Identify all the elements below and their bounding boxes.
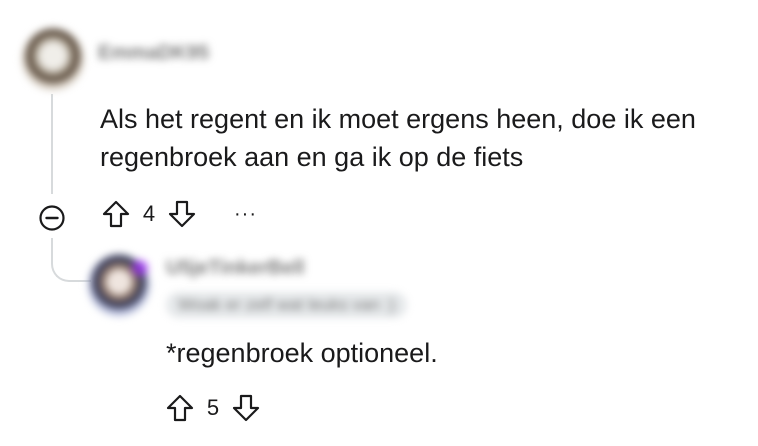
vote-count: 5 — [206, 395, 220, 420]
comment-actions: 5 — [164, 392, 262, 424]
minus-circle-icon — [39, 205, 65, 231]
upvote-button[interactable] — [164, 392, 196, 424]
thread-line[interactable] — [51, 94, 53, 194]
comment-body: Als het regent en ik moet ergens heen, d… — [100, 104, 696, 172]
vote-count: 4 — [142, 201, 156, 226]
arrow-down-outline-icon — [168, 200, 196, 228]
upvote-button[interactable] — [100, 198, 132, 230]
user-flair: Woak er zelf wat leuks van :) — [166, 292, 407, 318]
thread-reply-connector — [51, 238, 91, 282]
arrow-up-outline-icon — [102, 200, 130, 228]
arrow-up-outline-icon — [166, 394, 194, 422]
comment-author[interactable]: EmmaDK95 — [98, 42, 209, 65]
downvote-button[interactable] — [230, 392, 262, 424]
arrow-down-outline-icon — [232, 394, 260, 422]
avatar[interactable] — [88, 254, 150, 316]
more-options-button[interactable]: ··· — [234, 204, 257, 224]
avatar[interactable] — [22, 28, 84, 90]
collapse-thread-button[interactable] — [38, 204, 66, 232]
comment-actions: 4 ··· — [100, 198, 257, 230]
downvote-button[interactable] — [166, 198, 198, 230]
comment-author[interactable]: U5jeTinkerBell — [166, 257, 305, 280]
comment-body: *regenbroek optioneel. — [166, 338, 438, 368]
